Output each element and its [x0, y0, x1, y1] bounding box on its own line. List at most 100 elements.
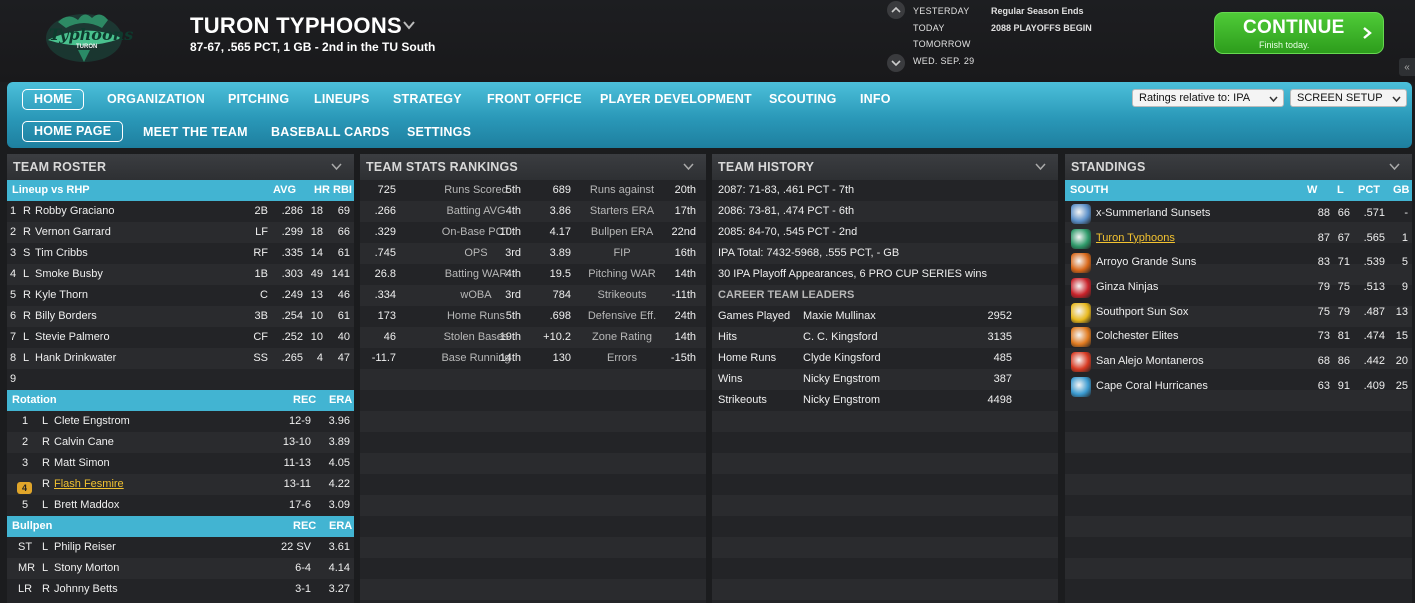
- team-name[interactable]: San Alejo Montaneros: [1096, 355, 1204, 367]
- player-name[interactable]: Vernon Garrard: [35, 226, 111, 238]
- standings-row[interactable]: Arroyo Grande Suns 83 71 .539 5: [1065, 250, 1412, 275]
- team-name[interactable]: Cape Coral Hurricanes: [1096, 380, 1208, 392]
- player-name[interactable]: Brett Maddox: [54, 499, 119, 511]
- team-name[interactable]: Arroyo Grande Suns: [1096, 256, 1196, 268]
- leader-row[interactable]: Wins Nicky Engstrom 387: [712, 369, 1058, 390]
- leader-row[interactable]: Hits C. C. Kingsford 3135: [712, 327, 1058, 348]
- stat-row[interactable]: 46 Stolen Bases 19th +10.2 Zone Rating 14th: [360, 327, 706, 348]
- stat-row[interactable]: 725 Runs Scored 5th 689 Runs against 20th: [360, 180, 706, 201]
- leader-row[interactable]: Home Runs Clyde Kingsford 485: [712, 348, 1058, 369]
- player-name[interactable]: Philip Reiser: [54, 541, 116, 553]
- standings-row[interactable]: Ginza Ninjas 79 75 .513 9: [1065, 275, 1412, 300]
- chevron-down-icon[interactable]: [683, 163, 694, 171]
- player-name[interactable]: Smoke Busby: [35, 268, 103, 280]
- subnav-meet-the-team[interactable]: MEET THE TEAM: [143, 125, 248, 139]
- leader-name[interactable]: Clyde Kingsford: [803, 352, 881, 364]
- table-row[interactable]: 5 L Brett Maddox 17-6 3.09: [7, 495, 354, 516]
- stat-row[interactable]: .334 wOBA 3rd 784 Strikeouts -11th: [360, 285, 706, 306]
- table-row[interactable]: 2 R Vernon Garrard LF .299 18 66: [7, 222, 354, 243]
- nav-front-office[interactable]: FRONT OFFICE: [487, 92, 582, 106]
- nav-info[interactable]: INFO: [860, 92, 891, 106]
- subnav-settings[interactable]: SETTINGS: [407, 125, 471, 139]
- calendar-yesterday[interactable]: YESTERDAY: [913, 3, 974, 20]
- player-name[interactable]: Billy Borders: [35, 310, 97, 322]
- team-name[interactable]: Turon Typhoons: [1096, 232, 1175, 244]
- table-row[interactable]: MR L Stony Morton 6-4 4.14: [7, 558, 354, 579]
- player-name[interactable]: Tim Cribbs: [35, 247, 88, 259]
- table-row[interactable]: ST L Philip Reiser 22 SV 3.61: [7, 537, 354, 558]
- player-name[interactable]: Stevie Palmero: [35, 331, 110, 343]
- chevron-down-icon[interactable]: [331, 163, 342, 171]
- stat-name: Pitching WAR: [588, 268, 656, 280]
- player-name[interactable]: Calvin Cane: [54, 436, 114, 448]
- chevron-down-icon[interactable]: [1389, 163, 1400, 171]
- nav-scouting[interactable]: SCOUTING: [769, 92, 837, 106]
- subnav-baseball-cards[interactable]: BASEBALL CARDS: [271, 125, 390, 139]
- collapse-sidebar-button[interactable]: «: [1399, 58, 1415, 76]
- nav-strategy[interactable]: STRATEGY: [393, 92, 462, 106]
- calendar-today[interactable]: TODAY: [913, 20, 974, 37]
- leader-row[interactable]: Strikeouts Nicky Engstrom 4498: [712, 390, 1058, 411]
- stat-row[interactable]: -11.7 Base Running 14th 130 Errors -15th: [360, 348, 706, 369]
- table-row[interactable]: 6 R Billy Borders 3B .254 10 61: [7, 306, 354, 327]
- table-row[interactable]: 4 R Flash Fesmire 13-11 4.22: [7, 474, 354, 495]
- screen-setup-select[interactable]: SCREEN SETUP: [1290, 89, 1407, 107]
- standings-row[interactable]: Turon Typhoons 87 67 .565 1: [1065, 226, 1412, 251]
- team-name[interactable]: Colchester Elites: [1096, 330, 1179, 342]
- table-row[interactable]: 3 R Matt Simon 11-13 4.05: [7, 453, 354, 474]
- leader-name[interactable]: Nicky Engstrom: [803, 394, 880, 406]
- standings-row[interactable]: x-Summerland Sunsets 88 66 .571 -: [1065, 201, 1412, 226]
- leader-name[interactable]: Maxie Mullinax: [803, 310, 876, 322]
- player-name[interactable]: Flash Fesmire: [54, 478, 124, 490]
- table-row[interactable]: 1 R Robby Graciano 2B .286 18 69: [7, 201, 354, 222]
- stat-row[interactable]: 173 Home Runs 5th .698 Defensive Eff. 24th: [360, 306, 706, 327]
- nav-player-development[interactable]: PLAYER DEVELOPMENT: [600, 92, 752, 106]
- stat-rank: 14th: [499, 352, 521, 364]
- subnav-home-page[interactable]: HOME PAGE: [22, 121, 124, 142]
- stat-row[interactable]: .266 Batting AVG 4th 3.86 Starters ERA 17th: [360, 201, 706, 222]
- table-row[interactable]: 8 L Hank Drinkwater SS .265 4 47: [7, 348, 354, 369]
- table-row[interactable]: 9: [7, 369, 354, 390]
- player-name[interactable]: Hank Drinkwater: [35, 352, 116, 364]
- leader-row[interactable]: Games Played Maxie Mullinax 2952: [712, 306, 1058, 327]
- table-row[interactable]: LR R Johnny Betts 3-1 3.27: [7, 579, 354, 600]
- standings-row[interactable]: Cape Coral Hurricanes 63 91 .409 25: [1065, 374, 1412, 399]
- nav-organization[interactable]: ORGANIZATION: [107, 92, 205, 106]
- ratings-relative-select[interactable]: Ratings relative to: IPA: [1132, 89, 1284, 107]
- nav-pitching[interactable]: PITCHING: [228, 92, 289, 106]
- player-name[interactable]: Matt Simon: [54, 457, 110, 469]
- chevron-down-icon[interactable]: [1035, 163, 1046, 171]
- table-row[interactable]: 7 L Stevie Palmero CF .252 10 40: [7, 327, 354, 348]
- table-row[interactable]: 1 L Clete Engstrom 12-9 3.96: [7, 411, 354, 432]
- player-name[interactable]: Clete Engstrom: [54, 415, 130, 427]
- standings-row[interactable]: Southport Sun Sox 75 79 .487 13: [1065, 300, 1412, 325]
- player-name[interactable]: Johnny Betts: [54, 583, 118, 595]
- stat-row[interactable]: 26.8 Batting WAR 4th 19.5 Pitching WAR 14th: [360, 264, 706, 285]
- standings-row[interactable]: San Alejo Montaneros 68 86 .442 20: [1065, 349, 1412, 374]
- calendar-tomorrow[interactable]: TOMORROW: [913, 36, 974, 53]
- table-row[interactable]: 3 S Tim Cribbs RF .335 14 61: [7, 243, 354, 264]
- stat-name: Errors: [607, 352, 637, 364]
- team-name[interactable]: Southport Sun Sox: [1096, 306, 1188, 318]
- calendar-up-button[interactable]: [887, 1, 905, 19]
- stat-row[interactable]: .329 On-Base PCT 10th 4.17 Bullpen ERA 22nd: [360, 222, 706, 243]
- nav-lineups[interactable]: LINEUPS: [314, 92, 370, 106]
- calendar-down-button[interactable]: [887, 54, 905, 72]
- standings-row[interactable]: Colchester Elites 73 81 .474 15: [1065, 324, 1412, 349]
- stat-row[interactable]: .745 OPS 3rd 3.89 FIP 16th: [360, 243, 706, 264]
- nav-home[interactable]: HOME: [22, 89, 85, 110]
- continue-button[interactable]: CONTINUE Finish today.: [1214, 12, 1384, 54]
- table-row[interactable]: 5 R Kyle Thorn C .249 13 46: [7, 285, 354, 306]
- player-name[interactable]: Stony Morton: [54, 562, 119, 574]
- table-row[interactable]: 2 R Calvin Cane 13-10 3.89: [7, 432, 354, 453]
- team-dropdown-chevron-icon[interactable]: [402, 18, 416, 32]
- stat-rank: 16th: [674, 247, 696, 259]
- table-row[interactable]: 4 L Smoke Busby 1B .303 49 141: [7, 264, 354, 285]
- leader-name[interactable]: C. C. Kingsford: [803, 331, 878, 343]
- leader-name[interactable]: Nicky Engstrom: [803, 373, 880, 385]
- player-name[interactable]: Kyle Thorn: [35, 289, 88, 301]
- player-name[interactable]: Robby Graciano: [35, 205, 115, 217]
- calendar-next-date[interactable]: WED. SEP. 29: [913, 53, 974, 70]
- team-name[interactable]: x-Summerland Sunsets: [1096, 207, 1210, 219]
- team-name[interactable]: Ginza Ninjas: [1096, 281, 1158, 293]
